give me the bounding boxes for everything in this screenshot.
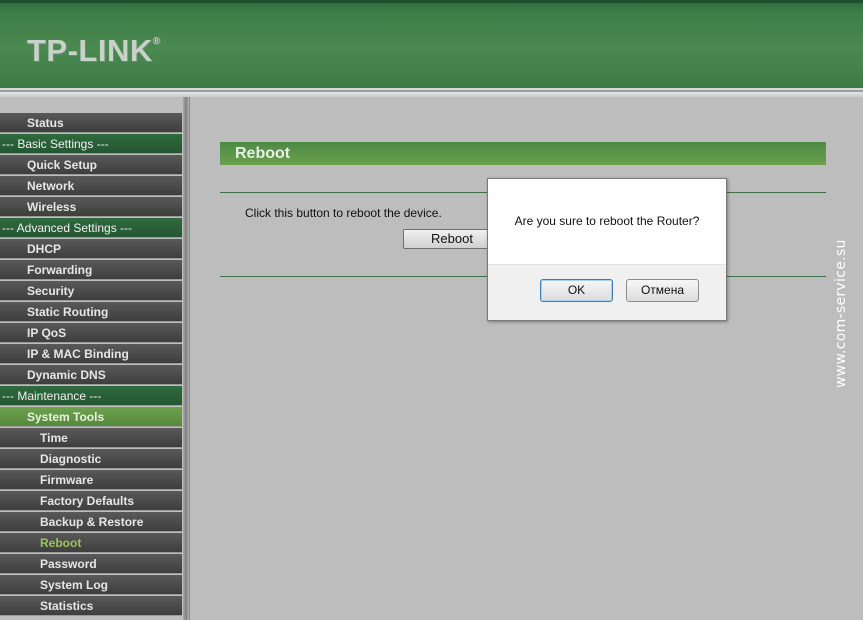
dialog-message: Are you sure to reboot the Router? [514, 214, 700, 228]
sidebar-subitem-time[interactable]: Time [0, 428, 182, 448]
sidebar-item-security[interactable]: Security [0, 281, 182, 301]
sidebar-item-ip-mac-binding[interactable]: IP & MAC Binding [0, 344, 182, 364]
registered-mark: ® [152, 35, 161, 47]
sidebar-item-dynamic-dns[interactable]: Dynamic DNS [0, 365, 182, 385]
sidebar-subitem-factory-defaults[interactable]: Factory Defaults [0, 491, 182, 511]
sidebar-item-static-routing[interactable]: Static Routing [0, 302, 182, 322]
sidebar-subitem-diagnostic[interactable]: Diagnostic [0, 449, 182, 469]
sidebar-section-basic-settings: --- Basic Settings --- [0, 134, 182, 154]
sidebar-item-wireless[interactable]: Wireless [0, 197, 182, 217]
ok-button[interactable]: OK [540, 279, 613, 302]
tp-link-logo: TP-LINK® [27, 33, 161, 69]
sidebar-item-system-tools[interactable]: System Tools [0, 407, 182, 427]
header-banner: TP-LINK® [0, 0, 863, 88]
sidebar-item-forwarding[interactable]: Forwarding [0, 260, 182, 280]
watermark-text: www.com-service.su [833, 239, 849, 388]
sidebar-item-status[interactable]: Status [0, 113, 182, 133]
confirm-dialog: Are you sure to reboot the Router? OK От… [487, 178, 727, 321]
sidebar-item-network[interactable]: Network [0, 176, 182, 196]
sidebar-item-dhcp[interactable]: DHCP [0, 239, 182, 259]
header-divider [0, 88, 863, 97]
sidebar-subitem-backup-restore[interactable]: Backup & Restore [0, 512, 182, 532]
sidebar-menu: Status --- Basic Settings --- Quick Setu… [0, 97, 185, 620]
sidebar-subitem-system-log[interactable]: System Log [0, 575, 182, 595]
sidebar-section-maintenance: --- Maintenance --- [0, 386, 182, 406]
sidebar-item-quick-setup[interactable]: Quick Setup [0, 155, 182, 175]
sidebar-subitem-reboot[interactable]: Reboot [0, 533, 182, 553]
sidebar-item-ip-qos[interactable]: IP QoS [0, 323, 182, 343]
page-title: Reboot [220, 142, 826, 165]
logo-text: TP-LINK [27, 33, 153, 68]
reboot-instruction: Click this button to reboot the device. [245, 206, 442, 220]
dialog-footer: OK Отмена [488, 264, 726, 320]
sidebar-subitem-password[interactable]: Password [0, 554, 182, 574]
cancel-button[interactable]: Отмена [626, 279, 699, 302]
main-content [189, 97, 863, 620]
sidebar-subitem-firmware[interactable]: Firmware [0, 470, 182, 490]
sidebar-subitem-statistics[interactable]: Statistics [0, 596, 182, 616]
sidebar-section-advanced-settings: --- Advanced Settings --- [0, 218, 182, 238]
